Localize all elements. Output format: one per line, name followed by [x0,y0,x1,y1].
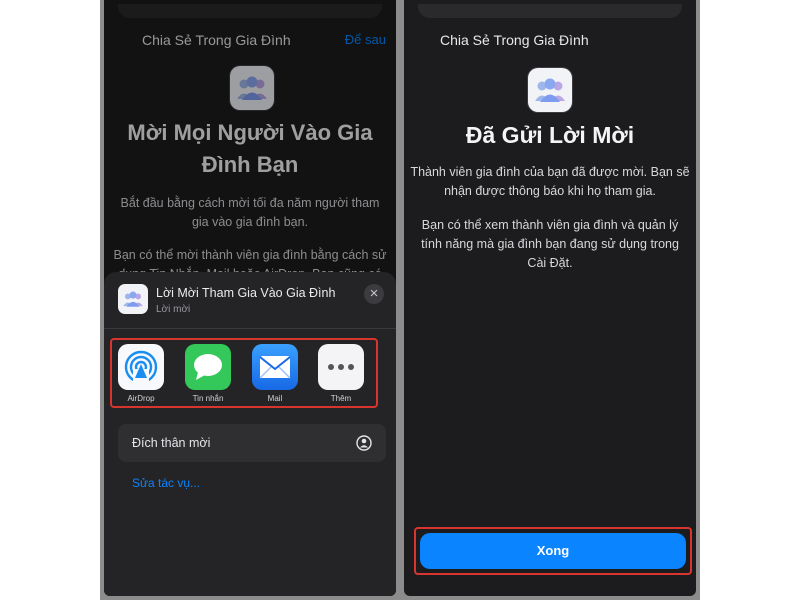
invite-in-person-row[interactable]: Đích thân mời [118,424,386,462]
info-para2-line-2: tính năng mà gia đình bạn đang sử dụng t… [421,237,679,251]
left-phone-screenshot: Chia Sẻ Trong Gia Đình Để sau Mời Mọi Ng… [100,0,400,600]
done-button[interactable]: Xong [420,533,686,569]
family-sharing-icon [118,284,148,314]
share-app-airdrop[interactable]: AirDrop [118,344,164,403]
mail-icon [252,344,298,390]
more-label: Thêm [330,394,352,403]
status-bar [418,4,682,18]
info-para1-line-1: Thành viên gia đình của bạn đã được mời.… [410,165,690,179]
info-para1-line-2: nhận được thông báo khi họ tham gia. [444,184,656,198]
share-sheet-title: Lời Mời Tham Gia Vào Gia Đình [156,286,336,300]
info-para2-line-1: Bạn có thể xem thành viên gia đình và qu… [421,218,679,232]
person-share-icon [356,435,372,451]
divider [104,328,396,329]
invite-in-person-label: Đích thân mời [132,436,211,450]
share-app-mail[interactable]: Mail [252,344,298,403]
mail-label: Mail [267,394,283,403]
right-phone-screenshot: Chia Sẻ Trong Gia Đình Đã Gửi Lời Mời Th… [400,0,700,600]
airdrop-label: AirDrop [127,394,155,403]
right-screen: Chia Sẻ Trong Gia Đình Đã Gửi Lời Mời Th… [404,0,696,596]
messages-label: Tin nhắn [192,394,224,403]
share-app-more[interactable]: Thêm [318,344,364,403]
left-screen: Chia Sẻ Trong Gia Đình Để sau Mời Mọi Ng… [104,0,396,596]
page-title: Đã Gửi Lời Mời [465,122,635,148]
share-app-messages[interactable]: Tin nhắn [185,344,231,403]
more-icon [318,344,364,390]
edit-actions-link[interactable]: Sửa tác vụ... [132,476,200,490]
nav-title: Chia Sẻ Trong Gia Đình [440,32,589,48]
share-sheet: Lời Mời Tham Gia Vào Gia Đình Lời mời × … [104,272,396,596]
share-sheet-subtitle: Lời mời [156,304,191,315]
messages-icon [185,344,231,390]
family-sharing-icon [528,68,572,112]
airdrop-icon [118,344,164,390]
info-para2-line-3: Cài Đặt. [527,256,573,270]
close-icon[interactable]: × [364,284,384,304]
